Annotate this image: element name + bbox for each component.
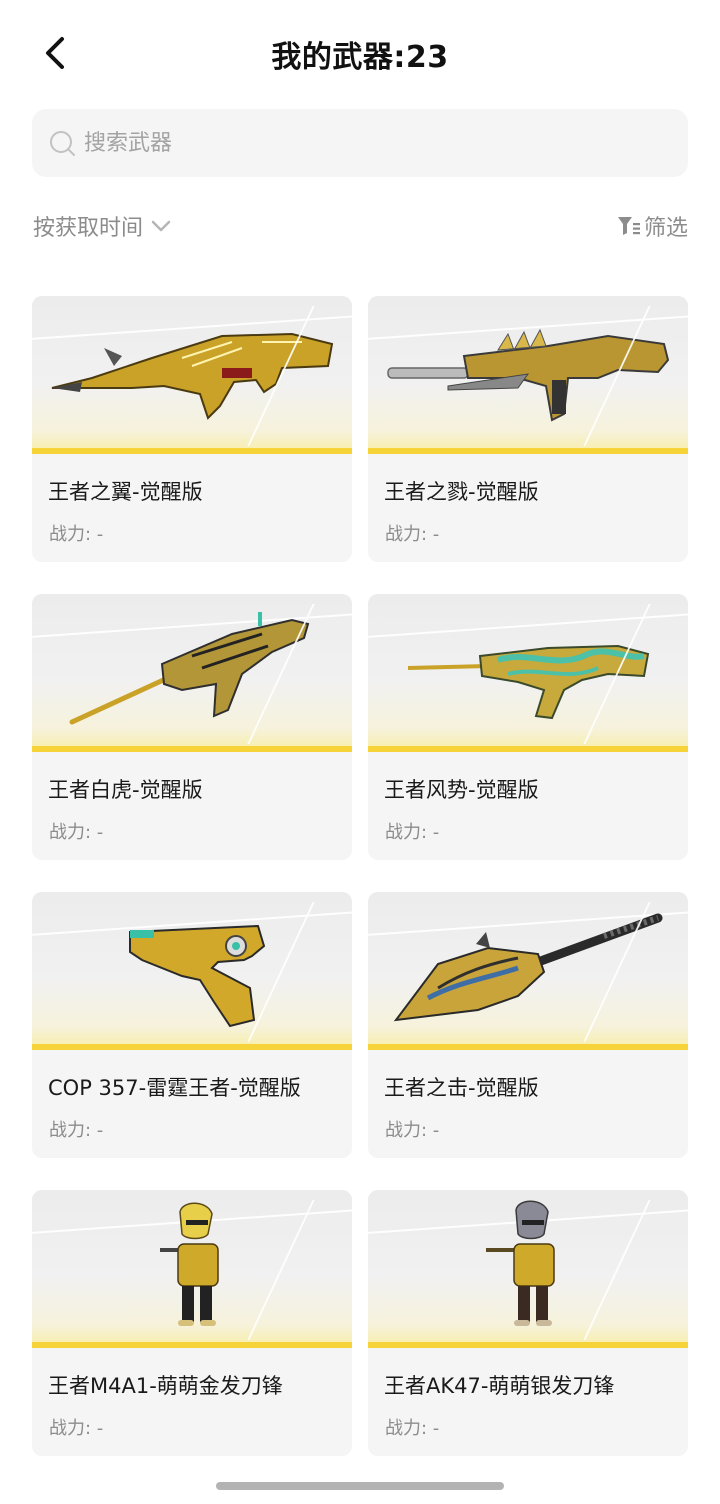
golden-pistol-icon [129,924,266,1028]
weapon-card[interactable]: 王者之翼-觉醒版 战力: - [32,296,352,562]
filter-icon [617,217,640,235]
weapon-power: 战力: - [49,1120,104,1141]
golden-rifle-icon [387,328,670,422]
header: 我的武器:23 [0,0,720,108]
home-indicator[interactable] [216,1482,504,1490]
search-bar[interactable] [32,109,688,177]
golden-rifle-icon [407,644,650,720]
page-title: 我的武器:23 [271,40,449,75]
weapon-power: 战力: - [385,1120,440,1141]
weapon-image [32,1190,352,1348]
weapon-image [368,892,688,1050]
weapon-image [32,296,352,454]
weapon-name: 王者风势-觉醒版 [384,778,539,802]
weapon-name: 王者AK47-萌萌银发刀锋 [384,1374,615,1398]
weapon-name: 王者白虎-觉醒版 [48,778,203,802]
golden-rifle-icon [51,332,334,420]
golden-shovel-icon [393,913,663,1022]
golden-rifle-icon [69,612,310,725]
weapon-image [368,1190,688,1348]
weapon-name: 王者M4A1-萌萌金发刀锋 [48,1374,283,1398]
weapon-power: 战力: - [385,822,440,843]
weapon-name: 王者之击-觉醒版 [384,1076,539,1100]
weapon-card[interactable]: 王者之戮-觉醒版 战力: - [368,296,688,562]
weapon-name: 王者之翼-觉醒版 [48,480,203,504]
weapon-card[interactable]: 王者风势-觉醒版 战力: - [368,594,688,860]
weapon-name: 王者之戮-觉醒版 [384,480,539,504]
sort-label: 按获取时间 [33,216,144,241]
sort-dropdown[interactable]: 按获取时间 [33,210,173,242]
chibi-character-icon [486,1200,555,1326]
chibi-character-icon [160,1202,219,1326]
weapon-name: COP 357-雷霆王者-觉醒版 [48,1076,301,1100]
accent-stripe [32,448,352,454]
accent-stripe [368,1342,688,1348]
weapon-card[interactable]: 王者白虎-觉醒版 战力: - [32,594,352,860]
weapon-card[interactable]: 王者之击-觉醒版 战力: - [368,892,688,1158]
weapon-image [368,594,688,752]
accent-stripe [368,448,688,454]
weapon-power: 战力: - [49,822,104,843]
filter-label: 筛选 [643,216,688,241]
weapon-card[interactable]: COP 357-雷霆王者-觉醒版 战力: - [32,892,352,1158]
accent-stripe [368,746,688,752]
weapon-power: 战力: - [49,524,104,545]
accent-stripe [368,1044,688,1050]
accent-stripe [32,1342,352,1348]
weapon-image [32,892,352,1050]
weapon-card[interactable]: 王者M4A1-萌萌金发刀锋 战力: - [32,1190,352,1456]
weapon-image [368,296,688,454]
weapon-power: 战力: - [49,1418,104,1439]
chevron-down-icon [151,220,171,232]
weapon-image [32,594,352,752]
weapon-power: 战力: - [385,524,440,545]
accent-stripe [32,1044,352,1050]
weapon-power: 战力: - [385,1418,440,1439]
accent-stripe [32,746,352,752]
weapon-card[interactable]: 王者AK47-萌萌银发刀锋 战力: - [368,1190,688,1456]
filter-button[interactable]: 筛选 [616,210,688,242]
search-icon [48,129,76,157]
search-input[interactable] [84,130,644,156]
